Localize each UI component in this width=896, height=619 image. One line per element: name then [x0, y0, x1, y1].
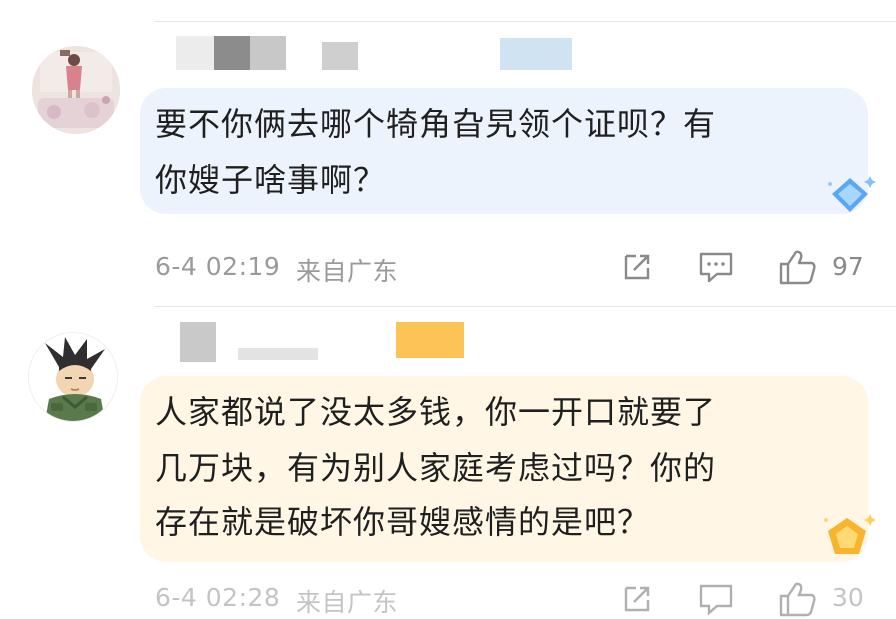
thumbs-up-icon[interactable]: [778, 248, 818, 286]
share-icon[interactable]: [620, 582, 654, 616]
comment-date: 6-4 02:19: [155, 252, 281, 281]
commenter-avatar[interactable]: [32, 46, 120, 134]
thumbs-up-icon[interactable]: [778, 580, 818, 618]
comment-text-line: 要不你俩去哪个犄角旮旯领个证呗？有: [155, 105, 717, 143]
comment-location: 来自广东: [296, 257, 399, 286]
gold-pentagon-badge-icon: [824, 514, 876, 554]
comment-icon[interactable]: [697, 582, 735, 618]
blue-diamond-badge-icon: [828, 176, 876, 212]
top-divider: [155, 21, 896, 22]
comment-text-line: 几万块，有为别人家庭考虑过吗？你的: [155, 449, 717, 487]
share-icon[interactable]: [620, 250, 654, 284]
cartoon-avatar-icon: [29, 333, 117, 421]
commenter-avatar[interactable]: [28, 332, 118, 422]
comment-text-line: 你嫂子啥事啊？: [155, 161, 387, 199]
avatar-photo-icon: [32, 46, 120, 134]
comment-text-line: 人家都说了没太多钱，你一开口就要了: [155, 393, 717, 431]
comment-location: 来自广东: [296, 588, 399, 617]
comment-icon[interactable]: [697, 250, 735, 286]
comment-divider: [155, 306, 896, 307]
comment-text-line: 存在就是破坏你哥嫂感情的是吧？: [155, 503, 651, 541]
like-count: 97: [832, 252, 864, 281]
